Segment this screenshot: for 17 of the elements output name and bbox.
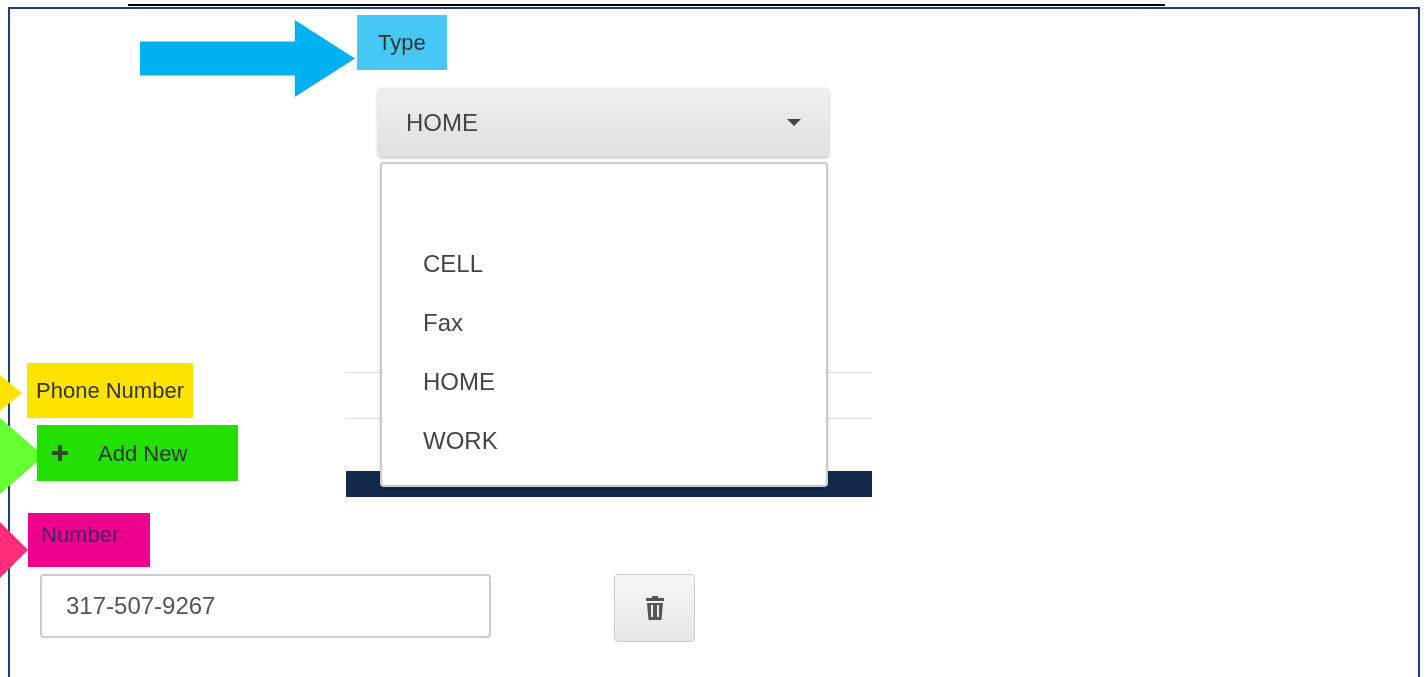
trash-icon — [644, 596, 665, 620]
delete-button[interactable] — [614, 574, 695, 642]
arrow-icon — [140, 20, 355, 97]
dropdown-option[interactable]: Fax — [382, 303, 826, 362]
callout-label: Type — [357, 15, 447, 70]
dropdown-option[interactable]: HOME — [382, 362, 826, 421]
arrow-icon — [0, 375, 22, 411]
type-dropdown[interactable]: HOME — [378, 88, 829, 157]
callout-label: Number — [28, 513, 150, 567]
caret-icon — [787, 118, 801, 127]
callout-label: Phone Number — [27, 363, 193, 418]
arrow-icon — [0, 522, 28, 578]
number-field[interactable]: 317-507-9267 — [40, 574, 491, 638]
add-new-button[interactable]: Add New — [37, 425, 238, 481]
plus-icon — [52, 445, 68, 461]
dropdown-option[interactable]: WORK — [382, 421, 826, 480]
dropdown-option[interactable]: CELL — [382, 244, 826, 303]
